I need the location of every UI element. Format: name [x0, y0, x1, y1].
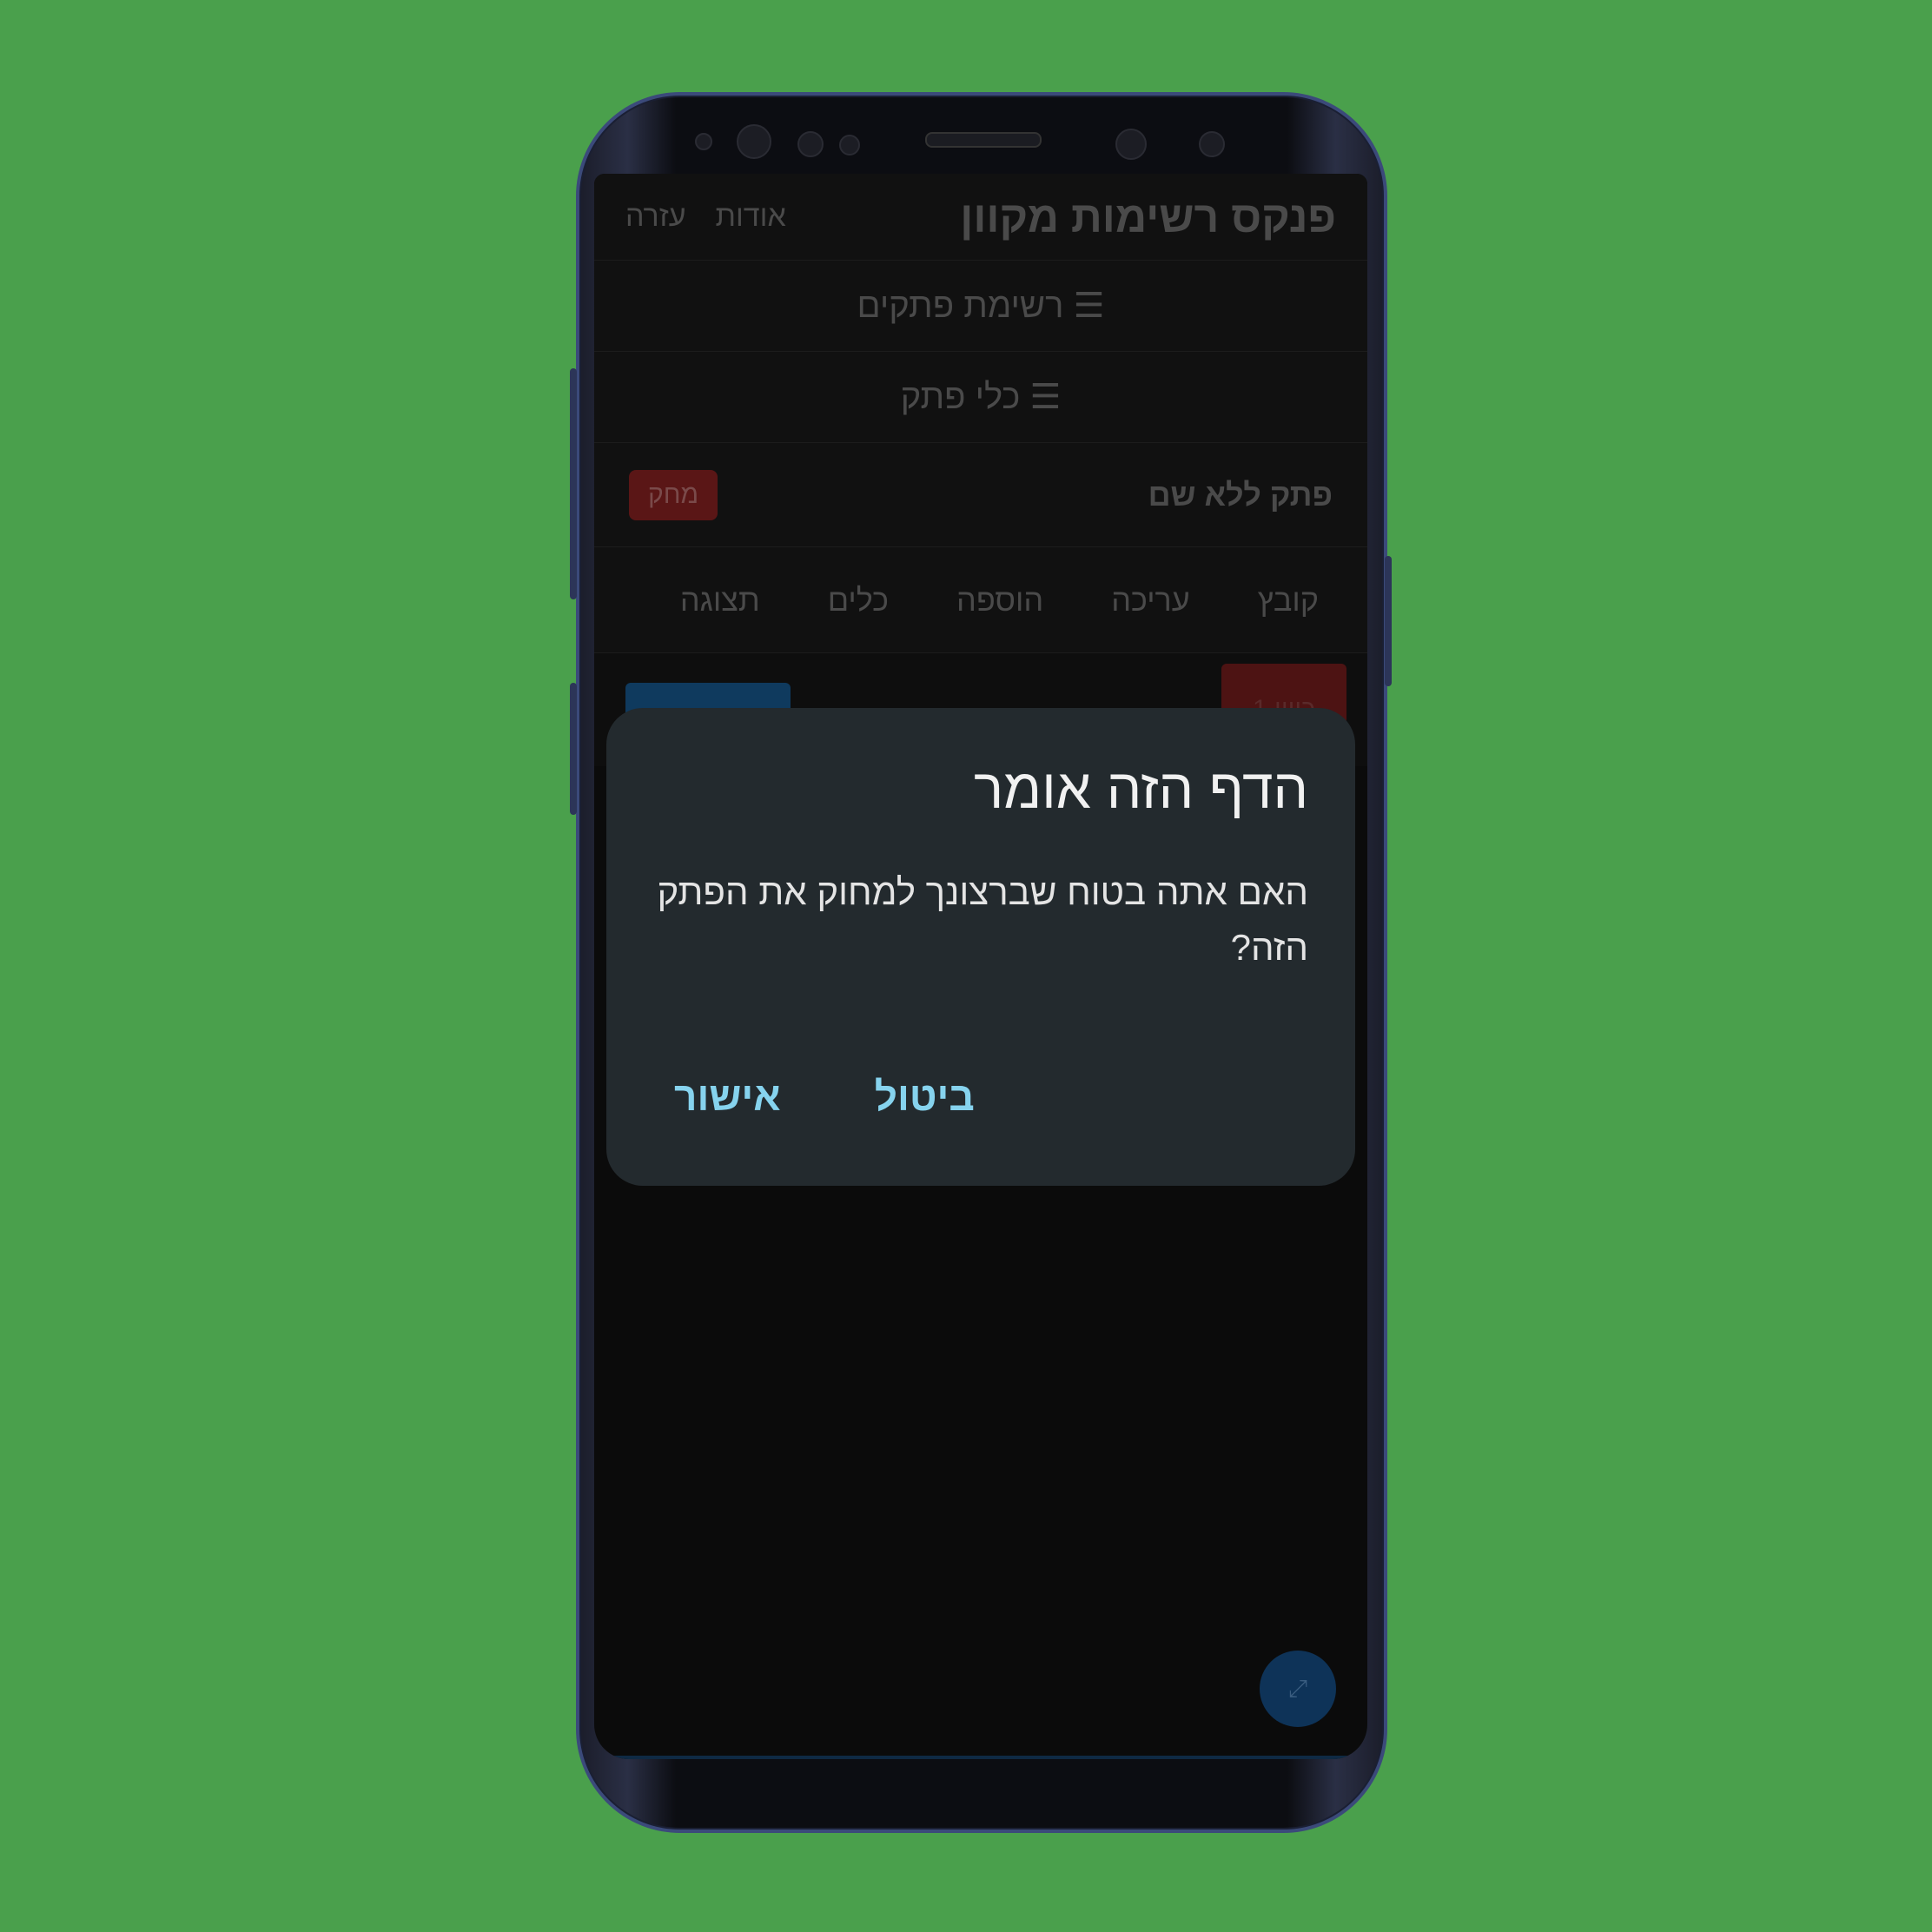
front-camera: [1115, 129, 1147, 160]
header-links: אודות עזרה: [625, 200, 786, 234]
tab-insert[interactable]: הוספה: [956, 582, 1043, 619]
delete-note-button[interactable]: מחק: [629, 469, 718, 520]
note-header: פתק ללא שם מחק: [594, 443, 1367, 547]
about-link[interactable]: אודות: [715, 200, 785, 234]
proximity-sensor: [695, 133, 712, 150]
dialog-title: הדף הזה אומר: [973, 758, 1308, 820]
note-tools-menu[interactable]: ☰ כלי פתק: [594, 352, 1367, 443]
led-sensor: [839, 135, 860, 155]
dialog-actions: אישור ביטול: [674, 1073, 975, 1120]
confirm-dialog: הדף הזה אומר האם אתה בטוח שברצונך למחוק …: [606, 708, 1355, 1186]
volume-up-button: [570, 368, 577, 599]
cancel-button[interactable]: ביטול: [875, 1073, 975, 1120]
confirm-button[interactable]: אישור: [674, 1073, 781, 1120]
dialog-message: האם אתה בטוח שברצונך למחוק את הפתק הזה?: [657, 871, 1308, 969]
app-title: פנקס רשימות מקוון: [960, 192, 1336, 242]
app-header: פנקס רשימות מקוון אודות עזרה: [594, 174, 1367, 261]
iris-sensor: [737, 124, 771, 159]
light-sensor: [797, 131, 824, 157]
iris-camera: [1199, 131, 1225, 157]
note-name: פתק ללא שם: [1148, 476, 1333, 513]
toolbar-tabs: קובץ עריכה הוספה כלים תצוגה: [594, 547, 1367, 653]
notebook-list-menu[interactable]: ☰ רשימת פתקים: [594, 261, 1367, 352]
tab-edit[interactable]: עריכה: [1111, 582, 1190, 619]
tab-view[interactable]: תצוגה: [680, 582, 760, 619]
expand-icon: ⤢: [1287, 1674, 1308, 1702]
earpiece-speaker: [925, 132, 1042, 148]
bixby-button: [570, 683, 577, 815]
help-link[interactable]: עזרה: [625, 200, 685, 234]
power-button: [1385, 556, 1392, 686]
stage: פנקס רשימות מקוון אודות עזרה ☰ רשימת פתק…: [0, 0, 1932, 1932]
tab-tools[interactable]: כלים: [828, 582, 889, 619]
bottom-accent-line: [594, 1756, 1367, 1759]
tab-file[interactable]: קובץ: [1258, 582, 1319, 619]
expand-fab-button[interactable]: ⤢: [1260, 1651, 1336, 1727]
